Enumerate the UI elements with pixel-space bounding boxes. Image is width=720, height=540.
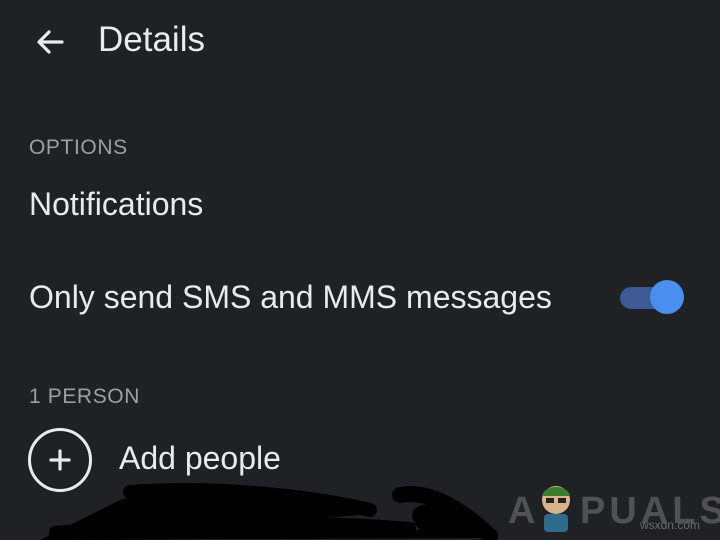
notifications-item[interactable]: Notifications <box>29 186 203 223</box>
sms-mms-only-label[interactable]: Only send SMS and MMS messages <box>29 279 552 316</box>
mascot-logo <box>542 486 570 532</box>
toggle-thumb <box>650 280 684 314</box>
back-button[interactable] <box>28 20 72 64</box>
section-header-options: OPTIONS <box>29 136 128 159</box>
sms-mms-only-toggle[interactable] <box>620 280 684 316</box>
section-header-people: 1 PERSON <box>29 385 140 408</box>
appuals-watermark: A PUALS wsxdn.com <box>508 478 720 538</box>
page-title: Details <box>98 20 205 59</box>
top-app-bar: Details <box>0 0 720 84</box>
arrow-back-icon <box>37 30 64 54</box>
site-tag: wsxdn.com <box>639 518 700 532</box>
